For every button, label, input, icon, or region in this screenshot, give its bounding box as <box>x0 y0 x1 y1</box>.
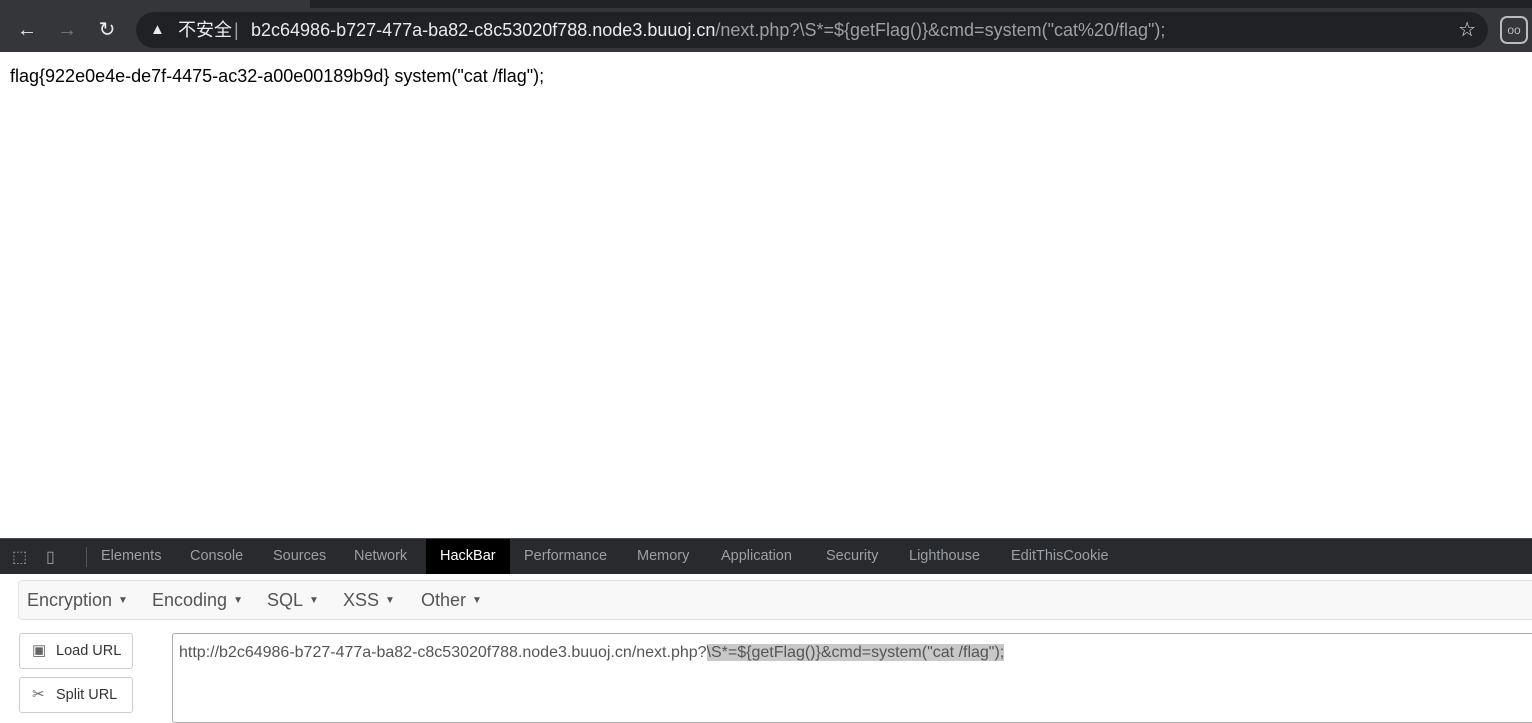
address-bar[interactable]: ▲ 不安全 | b2c64986-b727-477a-ba82-c8c53020… <box>136 12 1488 48</box>
menu-xss[interactable]: XSS ▼ <box>343 581 395 619</box>
tab-security[interactable]: Security <box>812 539 892 574</box>
url-textarea[interactable]: http://b2c64986-b727-477a-ba82-c8c53020f… <box>172 633 1532 723</box>
tab-lighthouse[interactable]: Lighthouse <box>895 539 994 574</box>
menu-encoding[interactable]: Encoding ▼ <box>152 581 243 619</box>
caret-down-icon: ▼ <box>233 595 243 607</box>
menu-other[interactable]: Other ▼ <box>421 581 482 619</box>
url-prefix: http://b2c64986-b727-477a-ba82-c8c53020f… <box>179 644 707 661</box>
menu-sql[interactable]: SQL ▼ <box>267 581 319 619</box>
caret-down-icon: ▼ <box>309 595 319 607</box>
forward-icon[interactable]: → <box>53 16 81 44</box>
split-url-label: Split URL <box>56 687 118 703</box>
tab-sources[interactable]: Sources <box>259 539 340 574</box>
tab-strip <box>0 0 1532 8</box>
tab-application[interactable]: Application <box>707 539 806 574</box>
menu-label: Other <box>421 590 467 610</box>
tab-network[interactable]: Network <box>340 539 421 574</box>
url-selection: \S*=${getFlag()}&cmd=system("cat /flag")… <box>706 644 1005 661</box>
bookmark-star-icon[interactable]: ☆ <box>1458 12 1476 48</box>
menu-label: Encryption <box>27 590 113 610</box>
page-output: flag{922e0e4e-de7f-4475-ac32-a00e00189b9… <box>10 66 545 86</box>
load-icon: ▣ <box>32 642 47 659</box>
devtools-tabbar: ⬚ ▯ Elements Console Sources Network HackBar… <box>0 538 1532 574</box>
split-url-button[interactable]: ✂ Split URL <box>19 677 133 713</box>
hackbar-menu: Encryption ▼ Encoding ▼ SQL ▼ XSS ▼ Other ▼ <box>18 580 1532 620</box>
tab-memory[interactable]: Memory <box>623 539 703 574</box>
inspect-element-icon[interactable]: ⬚ <box>12 547 27 567</box>
browser-tab[interactable] <box>0 0 310 8</box>
caret-down-icon: ▼ <box>118 595 128 607</box>
menu-label: XSS <box>343 590 380 610</box>
back-icon[interactable]: ← <box>13 16 41 44</box>
url-text: b2c64986-b727-477a-ba82-c8c53020f788.nod… <box>251 12 1165 48</box>
browser-toolbar: ← → ↻ ▲ 不安全 | b2c64986-b727-477a-ba82-c8… <box>0 8 1532 52</box>
tab-editthiscookie[interactable]: EditThisCookie <box>997 539 1123 574</box>
device-toolbar-icon[interactable]: ▯ <box>46 547 55 567</box>
tab-console[interactable]: Console <box>176 539 257 574</box>
menu-label: SQL <box>267 590 304 610</box>
caret-down-icon: ▼ <box>472 595 482 607</box>
separator: | <box>234 20 239 40</box>
warning-icon: ▲ <box>150 21 165 38</box>
tab-elements[interactable]: Elements <box>87 539 175 574</box>
url-host: b2c64986-b727-477a-ba82-c8c53020f788.nod… <box>251 20 716 40</box>
url-path: /next.php?\S*=${getFlag()}&cmd=system("c… <box>715 20 1166 40</box>
tab-hackbar[interactable]: HackBar <box>426 539 510 574</box>
menu-encryption[interactable]: Encryption ▼ <box>27 581 128 619</box>
menu-label: Encoding <box>152 590 228 610</box>
incognito-icon[interactable]: oo <box>1500 16 1528 44</box>
caret-down-icon: ▼ <box>385 595 395 607</box>
scissors-icon: ✂ <box>32 686 45 703</box>
reload-icon[interactable]: ↻ <box>93 16 121 44</box>
load-url-button[interactable]: ▣ Load URL <box>19 633 133 669</box>
security-label[interactable]: 不安全 <box>178 12 232 48</box>
tab-performance[interactable]: Performance <box>510 539 621 574</box>
load-url-label: Load URL <box>56 643 122 659</box>
